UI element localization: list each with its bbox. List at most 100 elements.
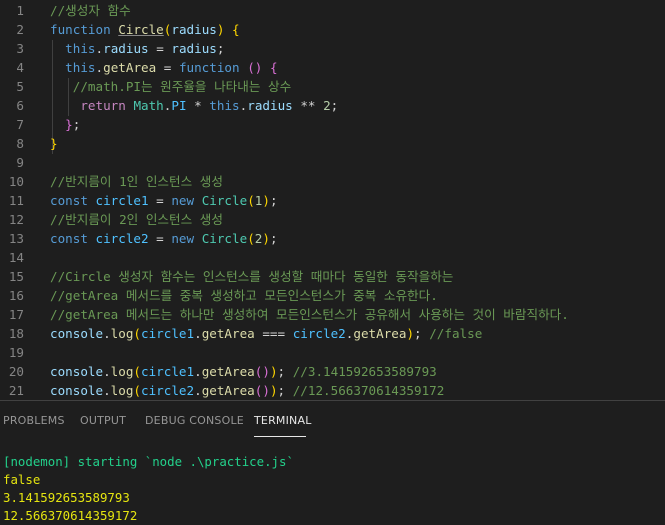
code-text: this.getArea = function () { xyxy=(50,58,278,77)
code-line: 5 //math.PI는 원주율을 나타내는 상수 xyxy=(0,77,665,96)
line-number: 17 xyxy=(8,307,24,322)
code-token: const xyxy=(50,193,88,208)
code-token: getArea xyxy=(201,383,255,398)
code-text: function Circle(radius) { xyxy=(50,20,240,39)
code-line: 18 console.log(circle1.getArea === circle… xyxy=(0,324,665,343)
code-line: 4 this.getArea = function () { xyxy=(0,58,665,77)
code-text: const circle1 = new Circle(1); xyxy=(50,191,278,210)
active-tab-indicator xyxy=(254,436,306,437)
code-token: radius xyxy=(247,98,293,113)
code-token: = xyxy=(148,41,172,56)
code-token: log xyxy=(110,326,134,341)
code-token: ( xyxy=(247,231,255,246)
code-text: }; xyxy=(50,115,80,134)
code-text: //반지름이 2인 인스턴스 생성 xyxy=(50,210,223,229)
tab-output[interactable]: OUTPUT xyxy=(80,414,126,427)
code-token: function xyxy=(178,60,240,75)
terminal-output[interactable]: [nodemon] starting `node .\practice.js` f… xyxy=(3,453,663,525)
line-number: 1 xyxy=(16,3,24,18)
code-token: { xyxy=(232,22,240,37)
code-line: 10 //반지름이 1인 인스턴스 생성 xyxy=(0,172,665,191)
code-token: circle2 xyxy=(95,231,149,246)
line-number: 8 xyxy=(16,136,24,151)
code-text: return Math.PI * this.radius ** 2; xyxy=(50,96,338,115)
code-token: //생성자 함수 xyxy=(50,3,131,18)
code-token: circle1 xyxy=(141,326,195,341)
code-token: //12.566370614359172 xyxy=(292,383,445,398)
code-token: } xyxy=(65,117,73,132)
code-token: ; xyxy=(277,383,293,398)
code-token: . xyxy=(95,60,104,75)
code-token: Circle xyxy=(201,231,248,246)
line-number: 15 xyxy=(8,269,24,284)
code-text: console.log(circle1.getArea === circle2.… xyxy=(50,324,482,343)
code-line: 6 return Math.PI * this.radius ** 2; xyxy=(0,96,665,115)
code-token: * xyxy=(186,98,210,113)
code-line: 19 xyxy=(0,343,665,362)
code-token: Circle xyxy=(118,22,164,37)
code-line: 17 //getArea 메서드는 하나만 생성하여 모든인스턴스가 공유해서 사… xyxy=(0,305,665,324)
code-token: new xyxy=(171,231,195,246)
tab-problems[interactable]: PROBLEMS xyxy=(3,414,65,427)
code-token: console xyxy=(50,364,104,379)
bottom-panel: PROBLEMS OUTPUT DEBUG CONSOLE TERMINAL [… xyxy=(0,400,665,525)
code-line: 8} xyxy=(0,134,665,153)
line-number: 5 xyxy=(16,79,24,94)
code-token: ( xyxy=(133,383,142,398)
code-token: } xyxy=(50,136,58,151)
code-token: . xyxy=(194,364,202,379)
code-token: radius xyxy=(171,41,217,56)
code-token: getArea xyxy=(201,326,255,341)
tab-debug-console[interactable]: DEBUG CONSOLE xyxy=(145,414,244,427)
code-text: this.radius = radius; xyxy=(50,39,224,58)
code-token: radius xyxy=(171,22,217,37)
code-token: = xyxy=(148,193,172,208)
code-token: circle2 xyxy=(141,383,195,398)
line-number: 3 xyxy=(16,41,24,56)
code-token: //3.141592653589793 xyxy=(292,364,437,379)
code-token: ) xyxy=(269,364,278,379)
code-text: //생성자 함수 xyxy=(50,1,131,20)
code-token: //반지름이 2인 인스턴스 생성 xyxy=(50,212,223,227)
code-token: () xyxy=(247,60,263,75)
code-token: . xyxy=(103,383,111,398)
code-token: getArea xyxy=(103,60,157,75)
line-number: 14 xyxy=(8,250,24,265)
code-token: circle2 xyxy=(292,326,346,341)
code-line: 1 //생성자 함수 xyxy=(0,1,665,20)
code-line: 3 this.radius = radius; xyxy=(0,39,665,58)
code-token: //getArea 메서드는 하나만 생성하여 모든인스턴스가 공유해서 사용하… xyxy=(50,307,569,322)
code-token: radius xyxy=(103,41,149,56)
code-token: . xyxy=(103,364,111,379)
code-line: 12 //반지름이 2인 인스턴스 생성 xyxy=(0,210,665,229)
code-token: ( xyxy=(247,193,255,208)
code-token: ; xyxy=(216,41,225,56)
line-number: 7 xyxy=(16,117,24,132)
code-token: this xyxy=(65,41,96,56)
line-number: 18 xyxy=(8,326,24,341)
code-text: //반지름이 1인 인스턴스 생성 xyxy=(50,172,223,191)
code-token: . xyxy=(194,326,202,341)
code-line: 14 xyxy=(0,248,665,267)
code-line: 15 //Circle 생성자 함수는 인스턴스를 생성할 때마다 동일한 동작을… xyxy=(0,267,665,286)
code-token: log xyxy=(110,364,134,379)
code-token: ; xyxy=(277,364,293,379)
code-editor[interactable]: 1//생성자 함수 2 function Circle(radius) {3 thi… xyxy=(0,0,665,400)
code-token: Math xyxy=(133,98,164,113)
code-token: . xyxy=(95,41,104,56)
code-line: 21 console.log(circle2.getArea()); //12.5… xyxy=(0,381,665,400)
code-token: ) xyxy=(262,193,270,208)
code-token: console xyxy=(50,326,104,341)
code-token: ; xyxy=(269,231,278,246)
line-number: 20 xyxy=(8,364,24,379)
code-line: 9 xyxy=(0,153,665,172)
code-token: const xyxy=(50,231,88,246)
tab-terminal[interactable]: TERMINAL xyxy=(254,414,312,427)
code-text: } xyxy=(50,134,58,153)
code-token: { xyxy=(269,60,278,75)
